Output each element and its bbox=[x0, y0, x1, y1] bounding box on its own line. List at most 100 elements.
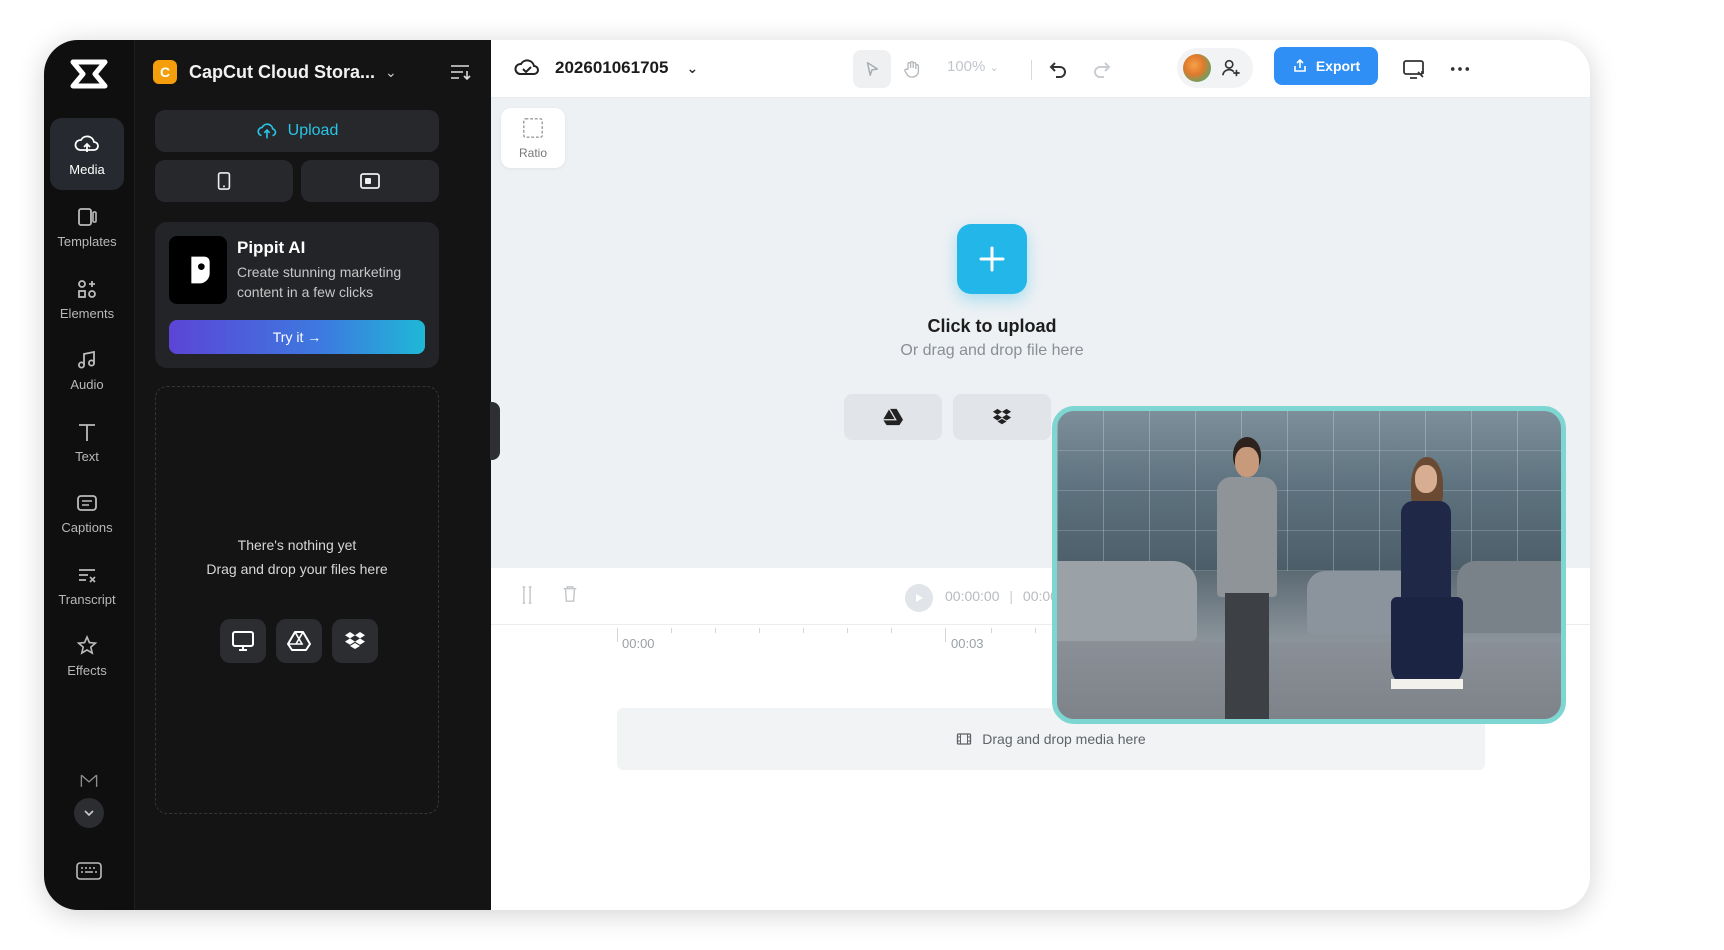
record-screen-button[interactable] bbox=[301, 160, 439, 202]
drag-drop-hint: Or drag and drop file here bbox=[900, 342, 1084, 359]
preview-person-man bbox=[1217, 437, 1277, 719]
ratio-label: Ratio bbox=[518, 146, 547, 160]
storage-selector[interactable]: C CapCut Cloud Stora... ⌄ bbox=[153, 52, 473, 92]
more-options-icon[interactable] bbox=[1441, 50, 1479, 88]
plus-icon bbox=[979, 246, 1005, 272]
ruler-tick bbox=[617, 628, 618, 642]
transcript-icon bbox=[79, 568, 96, 583]
sidebar-item-label: Elements bbox=[59, 305, 115, 321]
audio-icon bbox=[78, 350, 95, 368]
keyboard-icon[interactable] bbox=[74, 858, 104, 884]
project-name: 202601061705 bbox=[555, 58, 669, 77]
cloud-storage-badge: C bbox=[153, 60, 177, 84]
zoom-level[interactable]: 100% ⌄ bbox=[947, 58, 999, 75]
elements-icon bbox=[78, 279, 96, 298]
google-drive-icon bbox=[883, 408, 903, 426]
preview-car bbox=[1457, 561, 1561, 633]
phone-icon bbox=[217, 172, 231, 190]
ruler-tick bbox=[759, 628, 760, 633]
avatar[interactable] bbox=[1183, 54, 1211, 82]
play-icon bbox=[916, 594, 923, 602]
redo-icon[interactable] bbox=[1083, 50, 1121, 88]
google-drive-icon[interactable] bbox=[276, 619, 322, 663]
media-dropzone[interactable]: There's nothing yet Drag and drop your f… bbox=[155, 386, 439, 814]
drop-media-hint: Drag and drop media here bbox=[982, 731, 1146, 747]
promo-title: Pippit AI bbox=[237, 238, 306, 257]
pippit-promo-card: Pippit AI Create stunning marketing cont… bbox=[155, 222, 439, 368]
project-selector[interactable]: 202601061705 ⌄ bbox=[513, 52, 698, 84]
collaborators[interactable] bbox=[1177, 48, 1253, 88]
tick-label: 00:03 bbox=[951, 636, 984, 651]
preview-car bbox=[1057, 561, 1197, 641]
add-collaborator-icon[interactable] bbox=[1221, 58, 1241, 83]
click-to-upload-label[interactable]: Click to upload bbox=[824, 316, 1160, 337]
export-icon bbox=[1294, 58, 1306, 72]
ratio-button[interactable]: Ratio bbox=[501, 108, 565, 168]
sidebar-item-transcript[interactable]: Transcript bbox=[50, 548, 124, 620]
empty-state-hint: Drag and drop your files here bbox=[206, 561, 388, 577]
present-screen-icon[interactable] bbox=[1395, 50, 1433, 88]
video-preview-thumbnail bbox=[1052, 406, 1566, 724]
sidebar-item-audio[interactable]: Audio bbox=[50, 333, 124, 405]
preview-person-woman bbox=[1391, 457, 1463, 717]
cloud-upload-icon bbox=[257, 123, 276, 139]
sidebar-item-label: Media bbox=[69, 161, 105, 177]
hand-tool-icon[interactable] bbox=[893, 50, 931, 88]
captions-icon bbox=[77, 494, 97, 511]
panel-title: CapCut Cloud Stora... bbox=[189, 61, 375, 82]
empty-state-title: There's nothing yet bbox=[237, 537, 357, 553]
chevron-down-icon: ⌄ bbox=[989, 62, 999, 74]
sort-menu-icon[interactable] bbox=[447, 60, 473, 84]
select-tool-icon[interactable] bbox=[853, 50, 891, 88]
sidebar-item-templates[interactable]: Templates bbox=[50, 190, 124, 262]
try-it-button[interactable]: Try it → bbox=[169, 320, 425, 354]
google-drive-button[interactable] bbox=[844, 394, 942, 440]
delete-icon[interactable] bbox=[561, 584, 579, 609]
templates-icon bbox=[78, 207, 97, 226]
upload-from-phone-button[interactable] bbox=[155, 160, 293, 202]
current-time: 00:00:00 bbox=[945, 588, 1000, 604]
ruler-tick bbox=[891, 628, 892, 633]
dropbox-button[interactable] bbox=[953, 394, 1051, 440]
dropbox-icon[interactable] bbox=[332, 619, 378, 663]
capcut-logo-icon[interactable] bbox=[67, 54, 111, 94]
sidebar-item-effects[interactable]: Effects bbox=[50, 619, 124, 691]
effects-icon bbox=[76, 634, 98, 655]
export-button[interactable]: Export bbox=[1274, 47, 1378, 85]
top-toolbar: 202601061705 ⌄ 100% ⌄ Export bbox=[491, 40, 1590, 98]
sidebar-item-label: Audio bbox=[70, 376, 104, 392]
split-icon[interactable] bbox=[519, 584, 535, 611]
ruler-tick bbox=[803, 628, 804, 633]
sidebar-item-media[interactable]: Media bbox=[50, 118, 124, 190]
cloud-save-icon bbox=[514, 59, 539, 75]
sidebar-item-captions[interactable]: Captions bbox=[50, 476, 124, 548]
tick-label: 00:00 bbox=[622, 636, 655, 651]
screen-record-icon bbox=[360, 173, 380, 189]
ruler-tick bbox=[671, 628, 672, 633]
chevron-down-icon: ⌄ bbox=[686, 59, 699, 76]
chevron-down-icon: ⌄ bbox=[385, 63, 397, 80]
sidebar-item-text[interactable]: Text bbox=[50, 405, 124, 477]
undo-icon[interactable] bbox=[1039, 50, 1077, 88]
collapse-panel-handle[interactable] bbox=[490, 402, 500, 460]
upload-button[interactable]: Upload bbox=[155, 110, 439, 152]
preview-street bbox=[1057, 641, 1561, 719]
sidebar-item-label: Templates bbox=[57, 233, 117, 249]
upload-source-icons bbox=[220, 619, 378, 663]
upload-label: Upload bbox=[287, 122, 339, 139]
play-button[interactable] bbox=[905, 584, 933, 612]
more-tools[interactable] bbox=[66, 770, 112, 840]
film-icon bbox=[957, 733, 972, 745]
ruler-tick bbox=[847, 628, 848, 633]
divider bbox=[1031, 60, 1032, 80]
aspect-ratio-icon bbox=[523, 118, 543, 138]
add-media-button[interactable] bbox=[957, 224, 1027, 294]
export-label: Export bbox=[1315, 58, 1361, 74]
promo-description: Create stunning marketing content in a f… bbox=[237, 264, 402, 300]
ruler-tick bbox=[715, 628, 716, 633]
sidebar-item-elements[interactable]: Elements bbox=[50, 262, 124, 334]
chevron-down-icon[interactable] bbox=[74, 798, 104, 828]
computer-icon[interactable] bbox=[220, 619, 266, 663]
ruler-tick bbox=[945, 628, 946, 642]
nav-rail: Media Templates Elements Audio Text Capt… bbox=[44, 40, 134, 910]
